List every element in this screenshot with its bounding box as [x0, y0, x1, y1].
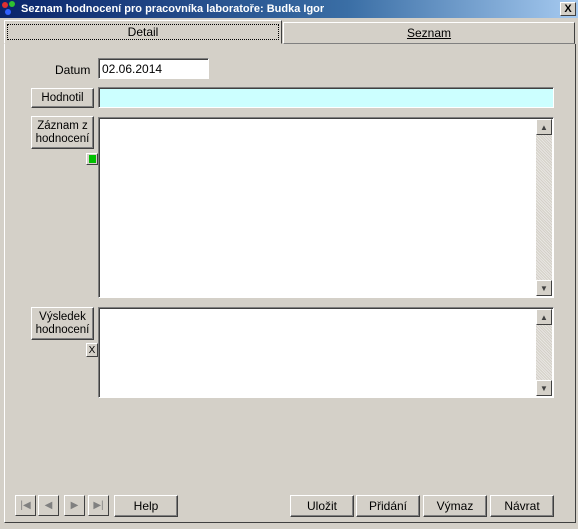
- zaznam-textarea[interactable]: ▲ ▼: [98, 117, 554, 298]
- add-button[interactable]: Přidání: [356, 495, 420, 517]
- delete-label: Výmaz: [436, 498, 474, 513]
- hodnotil-button[interactable]: Hodnotil: [31, 88, 94, 108]
- zaznam-button-line2: hodnocení: [35, 132, 90, 145]
- help-button[interactable]: Help: [114, 495, 178, 517]
- scroll-down-icon[interactable]: ▼: [536, 280, 552, 296]
- return-button[interactable]: Návrat: [490, 495, 554, 517]
- vysledek-button-line1: Výsledek: [39, 310, 86, 323]
- app-icon: [2, 1, 18, 17]
- vysledek-textarea[interactable]: ▲ ▼: [98, 307, 554, 398]
- tab-seznam-label: Seznam: [406, 26, 452, 40]
- save-button[interactable]: Uložit: [290, 495, 354, 517]
- close-button[interactable]: X: [560, 2, 576, 16]
- scroll-down-icon[interactable]: ▼: [536, 380, 552, 396]
- hodnotil-button-label: Hodnotil: [41, 91, 84, 104]
- green-indicator: [89, 155, 96, 163]
- zaznam-button[interactable]: Záznam z hodnocení: [31, 116, 94, 149]
- next-record-icon[interactable]: ▶: [64, 495, 85, 516]
- save-label: Uložit: [306, 498, 337, 513]
- green-indicator-button[interactable]: [86, 153, 98, 165]
- vysledek-clear-button[interactable]: X: [86, 343, 98, 357]
- window-title: Seznam hodnocení pro pracovníka laborato…: [21, 3, 325, 15]
- tab-detail-label: Detail: [6, 24, 280, 40]
- previous-record-icon[interactable]: ◀: [38, 495, 59, 516]
- scroll-up-icon[interactable]: ▲: [536, 119, 552, 135]
- scroll-up-icon[interactable]: ▲: [536, 309, 552, 325]
- tab-seznam[interactable]: Seznam: [283, 22, 575, 44]
- first-record-icon[interactable]: |◀: [15, 495, 36, 516]
- tab-detail[interactable]: Detail: [4, 20, 282, 44]
- vysledek-button[interactable]: Výsledek hodnocení: [31, 307, 94, 340]
- window-title-bar: Seznam hodnocení pro pracovníka laborato…: [0, 0, 578, 18]
- datum-label: Datum: [55, 63, 91, 77]
- add-label: Přidání: [368, 498, 408, 513]
- vysledek-scrollbar[interactable]: ▲ ▼: [536, 309, 552, 396]
- delete-button[interactable]: Výmaz: [423, 495, 487, 517]
- zaznam-button-line1: Záznam z: [37, 119, 88, 132]
- help-label: Help: [133, 498, 159, 513]
- clear-icon: X: [88, 344, 96, 356]
- return-label: Návrat: [504, 498, 540, 513]
- zaznam-scrollbar[interactable]: ▲ ▼: [536, 119, 552, 296]
- hodnotil-field[interactable]: [98, 87, 554, 108]
- datum-field[interactable]: 02.06.2014: [98, 58, 209, 79]
- last-record-icon[interactable]: ▶|: [88, 495, 109, 516]
- vysledek-button-line2: hodnocení: [35, 323, 90, 336]
